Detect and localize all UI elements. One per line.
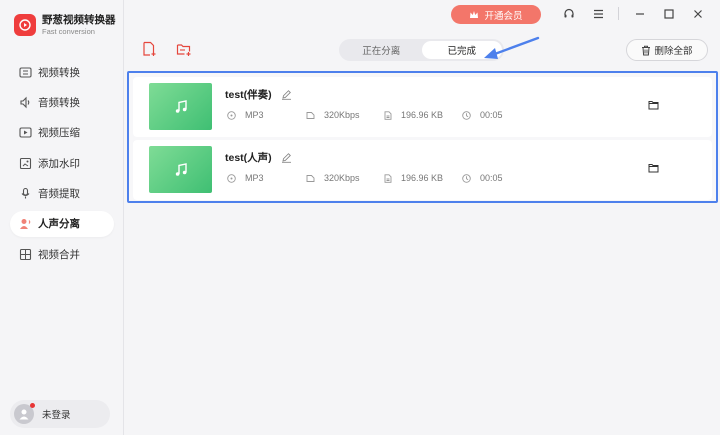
file-format: MP3	[245, 110, 264, 120]
bitrate-meta: 320Kbps	[306, 110, 360, 120]
menu-button[interactable]	[590, 6, 606, 22]
sidebar-item-video-merge[interactable]: 视频合并	[10, 241, 114, 267]
add-folder-button[interactable]	[176, 41, 192, 57]
minimize-button[interactable]	[632, 6, 648, 22]
format-meta: MP3	[227, 173, 264, 183]
music-note-icon	[175, 99, 187, 113]
folder-icon	[648, 101, 659, 110]
format-icon	[227, 173, 236, 183]
sidebar-item-label: 添加水印	[38, 157, 80, 170]
sidebar-item-label: 视频合并	[38, 248, 80, 261]
open-folder-button[interactable]	[648, 100, 659, 110]
sidebar-nav: 视频转换 音频转换 视频压缩 添加水印 音频提取 人声分离 视频合并	[10, 59, 114, 272]
audio-convert-icon	[19, 96, 32, 109]
maximize-button[interactable]	[661, 6, 677, 22]
clock-icon	[462, 110, 471, 120]
avatar	[14, 403, 35, 424]
play-logo-icon	[14, 14, 36, 36]
clock-icon	[462, 173, 471, 183]
file-format: MP3	[245, 173, 264, 183]
music-note-icon	[175, 162, 187, 176]
bitrate-icon	[306, 174, 315, 183]
app-logo: 野葱视频转换器 Fast conversion	[14, 14, 116, 36]
sidebar-item-label: 音频提取	[38, 188, 80, 201]
file-name: test(人声)	[225, 152, 272, 164]
annotation-arrow	[484, 36, 540, 59]
file-size: 196.96 KB	[401, 173, 444, 183]
file-duration: 00:05	[480, 110, 503, 120]
watermark-icon	[19, 157, 32, 170]
add-file-button[interactable]	[141, 41, 157, 57]
duration-meta: 00:05	[462, 110, 503, 120]
notification-dot	[30, 403, 35, 408]
sidebar-item-audio-convert[interactable]: 音频转换	[10, 89, 114, 115]
app-title: 野葱视频转换器	[42, 13, 116, 26]
sidebar-item-label: 视频转换	[38, 66, 80, 79]
delete-all-label: 删除全部	[654, 46, 693, 57]
close-button[interactable]	[690, 6, 706, 22]
bitrate-meta: 320Kbps	[306, 173, 360, 183]
app-subtitle: Fast conversion	[42, 27, 95, 36]
sidebar-item-label: 视频压缩	[38, 127, 80, 140]
format-icon	[227, 110, 236, 120]
audio-thumbnail	[149, 83, 212, 130]
file-size: 196.96 KB	[401, 110, 444, 120]
titlebar-divider	[618, 7, 619, 20]
sidebar-item-audio-extract[interactable]: 音频提取	[10, 181, 114, 207]
file-list: test(伴奏) MP3 320Kbps 196.96 KB 00:05 tes…	[127, 71, 718, 203]
tab-processing[interactable]: 正在分离	[341, 41, 422, 59]
trash-icon	[641, 45, 651, 56]
vocal-separate-icon	[19, 217, 32, 230]
video-compress-icon	[19, 126, 32, 139]
rename-pencil-icon[interactable]	[281, 152, 292, 163]
video-convert-icon	[19, 66, 32, 79]
vip-label: 开通会员	[484, 10, 523, 22]
support-headset-button[interactable]	[561, 6, 577, 22]
sidebar-item-watermark[interactable]: 添加水印	[10, 150, 114, 176]
crown-icon	[469, 10, 479, 19]
sidebar-item-label: 人声分离	[38, 218, 80, 231]
vip-button[interactable]: 开通会员	[451, 5, 541, 24]
format-meta: MP3	[227, 110, 264, 120]
user-label: 未登录	[42, 410, 71, 421]
size-meta: 196.96 KB	[384, 110, 443, 120]
video-merge-icon	[19, 248, 32, 261]
delete-all-button[interactable]: 删除全部	[626, 39, 708, 61]
audio-extract-icon	[19, 187, 32, 200]
size-meta: 196.96 KB	[384, 173, 443, 183]
rename-pencil-icon[interactable]	[281, 89, 292, 100]
sidebar-item-vocal-separate[interactable]: 人声分离	[10, 210, 114, 237]
list-item[interactable]: test(人声) MP3 320Kbps 196.96 KB 00:05	[133, 140, 712, 200]
audio-thumbnail	[149, 146, 212, 193]
file-duration: 00:05	[480, 173, 503, 183]
file-size-icon	[384, 110, 392, 120]
sidebar-item-video-convert[interactable]: 视频转换	[10, 59, 114, 85]
user-login-button[interactable]: 未登录	[10, 400, 110, 428]
list-item[interactable]: test(伴奏) MP3 320Kbps 196.96 KB 00:05	[133, 77, 712, 137]
file-bitrate: 320Kbps	[324, 110, 360, 120]
app-window: 野葱视频转换器 Fast conversion 视频转换 音频转换 视频压缩 添…	[0, 0, 720, 435]
bitrate-icon	[306, 111, 315, 120]
folder-icon	[648, 164, 659, 173]
duration-meta: 00:05	[462, 173, 503, 183]
file-bitrate: 320Kbps	[324, 173, 360, 183]
open-folder-button[interactable]	[648, 163, 659, 173]
sidebar-item-video-compress[interactable]: 视频压缩	[10, 120, 114, 146]
file-size-icon	[384, 173, 392, 183]
sidebar-item-label: 音频转换	[38, 96, 80, 109]
file-name: test(伴奏)	[225, 89, 272, 101]
sidebar: 野葱视频转换器 Fast conversion 视频转换 音频转换 视频压缩 添…	[0, 0, 124, 435]
